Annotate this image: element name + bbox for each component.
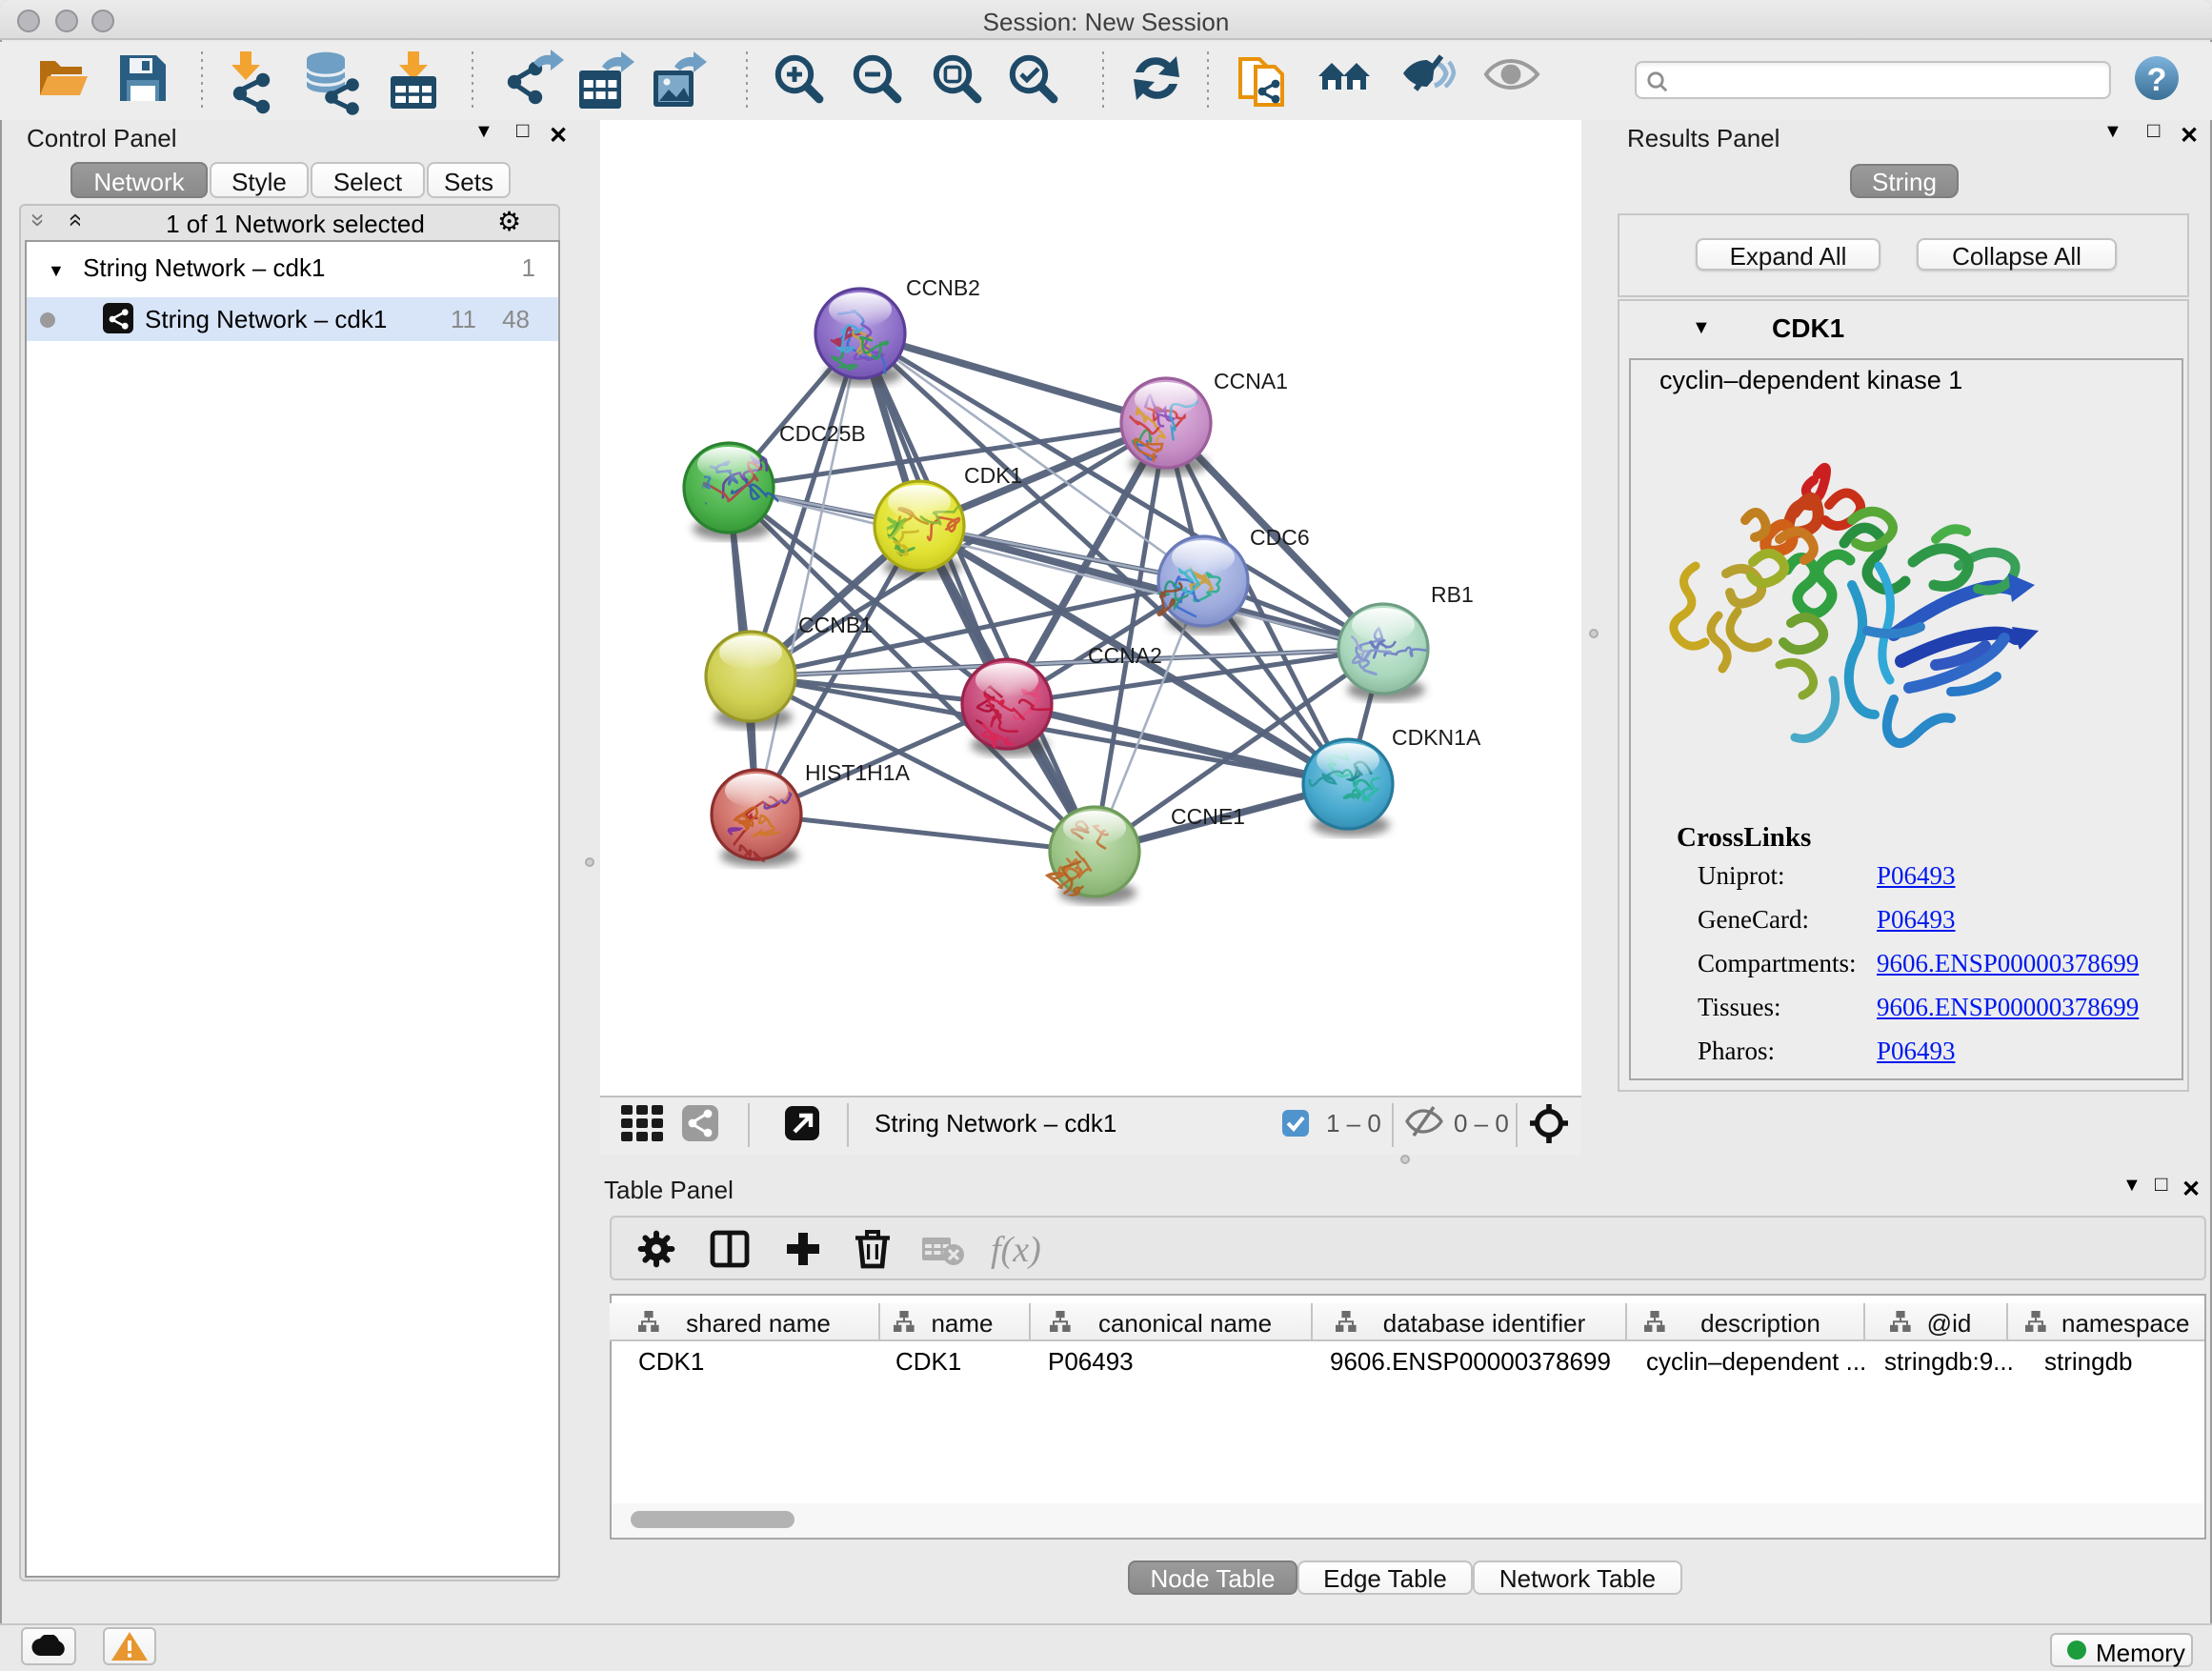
- svg-text:database identifier: database identifier: [1383, 1309, 1586, 1338]
- svg-text:f(x): f(x): [991, 1230, 1041, 1270]
- svg-text:0 – 0: 0 – 0: [1454, 1109, 1509, 1137]
- svg-text:CDK1: CDK1: [964, 463, 1022, 488]
- svg-text:CCNB2: CCNB2: [906, 275, 980, 300]
- svg-text:RB1: RB1: [1431, 582, 1474, 607]
- svg-text:HIST1H1A: HIST1H1A: [805, 760, 911, 785]
- svg-text:namespace: namespace: [2061, 1309, 2189, 1338]
- svg-text:CDC25B: CDC25B: [779, 421, 866, 446]
- svg-text:CDKN1A: CDKN1A: [1392, 725, 1481, 750]
- svg-text:@id: @id: [1927, 1309, 1972, 1338]
- svg-text:CCNA2: CCNA2: [1088, 643, 1162, 668]
- svg-text:name: name: [931, 1309, 993, 1338]
- svg-text:?: ?: [2147, 62, 2167, 98]
- svg-text:canonical name: canonical name: [1098, 1309, 1272, 1338]
- svg-text:CDC6: CDC6: [1250, 525, 1310, 550]
- svg-text:description: description: [1700, 1309, 1820, 1338]
- svg-text:CCNB1: CCNB1: [798, 613, 873, 637]
- svg-text:shared name: shared name: [686, 1309, 831, 1338]
- svg-text:CCNA1: CCNA1: [1214, 369, 1288, 393]
- svg-text:CCNE1: CCNE1: [1171, 804, 1245, 829]
- svg-text:1 – 0: 1 – 0: [1326, 1109, 1381, 1137]
